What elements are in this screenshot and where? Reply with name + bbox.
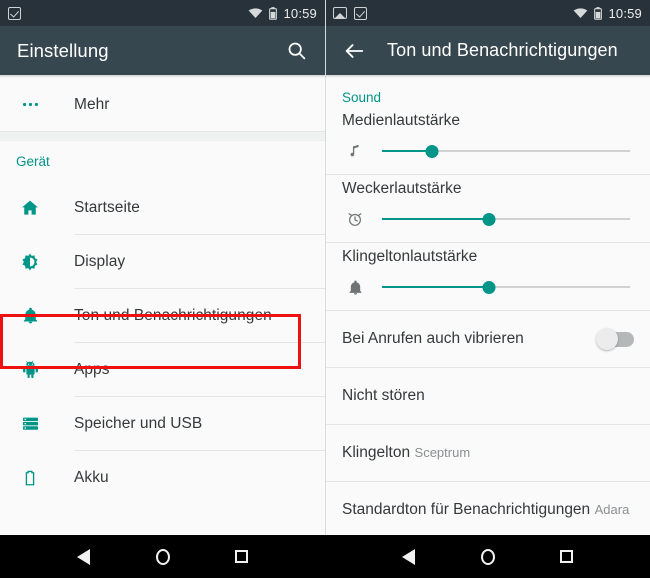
pref-text: Klingelton Sceptrum xyxy=(342,444,634,462)
slider-track[interactable] xyxy=(382,278,630,296)
pref-text: Standardton für Benachrichtigungen Adara xyxy=(342,501,634,519)
sidebar-item-label: Mehr xyxy=(74,95,110,113)
panel-seam-divider xyxy=(325,0,326,535)
right-status-icons xyxy=(333,6,367,20)
storage-icon xyxy=(16,414,44,433)
check-box-icon xyxy=(354,6,367,20)
sidebar-item-speicher-und-usb[interactable]: Speicher und USB xyxy=(0,397,325,450)
pref-row-bei-anrufen-auch-vibrieren[interactable]: Bei Anrufen auch vibrieren xyxy=(325,311,650,367)
sidebar-item-display[interactable]: Display xyxy=(0,235,325,288)
recents-square-icon[interactable] xyxy=(227,542,257,572)
system-navigation-bar xyxy=(0,535,650,578)
music-note-icon xyxy=(342,143,368,160)
slider-track[interactable] xyxy=(382,210,630,228)
right-status-bar: 10:59 xyxy=(325,0,650,26)
pref-title: Standardton für Benachrichtigungen xyxy=(342,501,591,518)
sidebar-item-startseite[interactable]: Startseite xyxy=(0,181,325,234)
pref-title: Nicht stören xyxy=(342,387,425,404)
pref-title: Bei Anrufen auch vibrieren xyxy=(342,330,524,347)
left-status-bar: 10:59 xyxy=(0,0,325,26)
back-triangle-icon[interactable] xyxy=(394,542,424,572)
slider-control[interactable] xyxy=(342,206,634,232)
left-nav-group xyxy=(0,535,325,578)
wifi-icon xyxy=(573,7,588,19)
android-icon xyxy=(16,360,44,379)
slider-label: Medienlautstärke xyxy=(342,112,461,129)
sidebar-item-label: Display xyxy=(74,252,126,270)
slider-control[interactable] xyxy=(342,138,634,164)
sidebar-item-label: Speicher und USB xyxy=(74,414,203,432)
pref-title: Klingelton xyxy=(342,444,411,461)
section-header-sound: Sound xyxy=(325,78,650,107)
left-clock: 10:59 xyxy=(283,5,317,21)
wifi-icon xyxy=(248,7,263,19)
page-title: Einstellung xyxy=(17,39,109,61)
pref-row-nicht-stoeren[interactable]: Nicht stören xyxy=(325,368,650,424)
slider-row-weckerlautstaerke: Weckerlautstärke xyxy=(325,175,650,242)
sidebar-group-header-geraet: Gerät xyxy=(0,141,325,181)
slider-row-medienlautstaerke: Medienlautstärke xyxy=(325,107,650,174)
sidebar-item-label: Ton und Benachrichtigungen xyxy=(74,306,272,324)
slider-label: Weckerlautstärke xyxy=(342,180,462,197)
bell-icon xyxy=(16,306,44,325)
right-clock: 10:59 xyxy=(608,5,642,21)
left-app-bar: Einstellung xyxy=(0,26,325,75)
slider-control[interactable] xyxy=(342,274,634,300)
sidebar-group-separator xyxy=(0,131,325,141)
slider-thumb[interactable] xyxy=(482,281,496,294)
sidebar-item-akku[interactable]: Akku xyxy=(0,451,325,504)
home-circle-icon[interactable] xyxy=(473,542,503,572)
bell-icon xyxy=(342,279,368,296)
screenshot-root: 10:59 Einstellung Mehr Gerät Startseite … xyxy=(0,0,650,578)
toggle-knob xyxy=(596,327,618,350)
sidebar-item-mehr[interactable]: Mehr xyxy=(0,78,325,131)
vibrate-toggle-switch[interactable] xyxy=(596,327,634,350)
sound-settings-list: Sound Medienlautstärke Weckerlautstärke … xyxy=(325,78,650,535)
alarm-clock-icon xyxy=(342,210,368,228)
sidebar-item-label: Akku xyxy=(74,468,109,486)
right-nav-group xyxy=(325,535,650,578)
screenshot-image-icon xyxy=(333,7,347,19)
arrow-back-icon[interactable] xyxy=(339,36,369,66)
back-triangle-icon[interactable] xyxy=(69,542,99,572)
sidebar-item-label: Startseite xyxy=(74,198,140,216)
more-dots-icon xyxy=(16,95,44,114)
brightness-icon xyxy=(16,252,44,272)
right-status-system-icons: 10:59 xyxy=(573,6,642,21)
battery-icon xyxy=(269,6,278,20)
pref-row-standardton-fuer-benachrichtigungen[interactable]: Standardton für Benachrichtigungen Adara xyxy=(325,482,650,535)
pref-subtitle: Sceptrum xyxy=(414,445,471,460)
slider-track-fill xyxy=(382,286,489,288)
left-status-icons xyxy=(8,6,21,20)
sidebar-item-ton-und-benachrichtigungen[interactable]: Ton und Benachrichtigungen xyxy=(0,289,325,342)
left-phone-panel: 10:59 Einstellung Mehr Gerät Startseite … xyxy=(0,0,325,535)
slider-track-fill xyxy=(382,218,489,220)
right-app-bar: Ton und Benachrichtigungen xyxy=(325,26,650,75)
sidebar-item-apps[interactable]: Apps xyxy=(0,343,325,396)
pref-row-klingelton[interactable]: Klingelton Sceptrum xyxy=(325,425,650,481)
battery-icon xyxy=(594,6,603,20)
check-box-icon xyxy=(8,6,21,20)
slider-row-klingeltonlautstaerke: Klingeltonlautstärke xyxy=(325,243,650,310)
home-icon xyxy=(16,198,44,218)
pref-text: Bei Anrufen auch vibrieren xyxy=(342,330,598,348)
slider-thumb[interactable] xyxy=(482,213,496,226)
slider-thumb[interactable] xyxy=(425,145,439,158)
search-icon[interactable] xyxy=(281,36,311,66)
pref-text: Nicht stören xyxy=(342,387,634,405)
recents-square-icon[interactable] xyxy=(552,542,582,572)
home-circle-icon[interactable] xyxy=(148,542,178,572)
left-settings-list: Mehr Gerät Startseite Display Ton und Be… xyxy=(0,78,325,504)
right-phone-panel: 10:59 Ton und Benachrichtigungen Sound M… xyxy=(325,0,650,535)
battery-icon xyxy=(16,469,44,487)
pref-subtitle: Adara xyxy=(594,502,630,517)
sidebar-item-label: Apps xyxy=(74,360,110,378)
slider-label: Klingeltonlautstärke xyxy=(342,248,478,265)
detail-page-title: Ton und Benachrichtigungen xyxy=(387,40,618,60)
left-status-system-icons: 10:59 xyxy=(248,6,317,21)
slider-track[interactable] xyxy=(382,142,630,160)
